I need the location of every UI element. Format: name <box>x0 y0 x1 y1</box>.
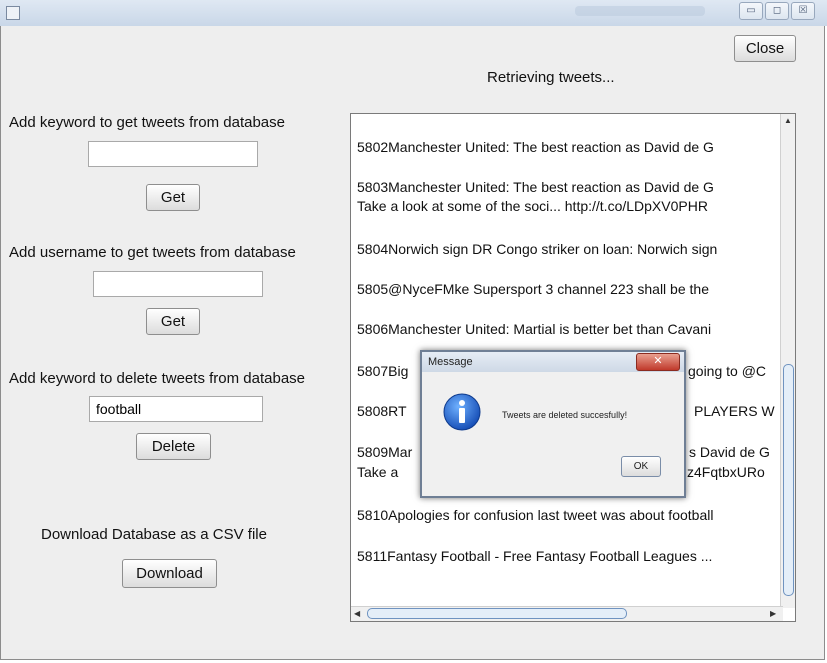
keyword-delete-input[interactable]: football <box>89 396 263 422</box>
message-dialog: Message ✕ Tweets are deleted succesfully… <box>420 350 686 498</box>
maximize-button[interactable]: ◻ <box>765 2 789 20</box>
horizontal-scrollbar[interactable]: ◀ ▶ <box>351 606 783 621</box>
tweet-row: 5804Norwich sign DR Congo striker on loa… <box>357 241 718 257</box>
tweet-row-fragment: s David de G <box>689 444 770 460</box>
keyword-delete-label: Add keyword to delete tweets from databa… <box>9 370 306 387</box>
tweet-row: 5806Manchester United: Martial is better… <box>357 321 712 337</box>
vertical-scroll-thumb[interactable] <box>783 364 794 596</box>
tweet-row-continuation: Take a look at some of the soci... http:… <box>357 198 708 214</box>
download-label: Download Database as a CSV file <box>41 526 267 543</box>
close-button[interactable]: Close <box>734 35 796 62</box>
dialog-close-button[interactable]: ✕ <box>636 353 680 371</box>
minimize-button[interactable]: ▭ <box>739 2 763 20</box>
keyword-get-input[interactable] <box>88 141 258 167</box>
window-controls: ▭ ◻ ☒ <box>739 2 815 20</box>
tweet-row: 5803Manchester United: The best reaction… <box>357 179 714 195</box>
username-get-label: Add username to get tweets from database <box>9 244 296 261</box>
delete-button[interactable]: Delete <box>136 433 211 460</box>
window-close-button[interactable]: ☒ <box>791 2 815 20</box>
dialog-title: Message <box>428 356 473 368</box>
horizontal-scroll-thumb[interactable] <box>367 608 627 619</box>
status-label: Retrieving tweets... <box>487 69 615 86</box>
tweet-row: 5809Mar <box>357 444 413 460</box>
scroll-right-arrow-icon[interactable]: ▶ <box>770 609 776 619</box>
tweet-row: 5810Apologies for confusion last tweet w… <box>357 507 714 523</box>
tweet-row: 5802Manchester United: The best reaction… <box>357 139 714 155</box>
scroll-left-arrow-icon[interactable]: ◀ <box>354 609 360 619</box>
tweet-row: 5808RT <box>357 403 407 419</box>
tweet-row-fragment: PLAYERS W <box>694 403 775 419</box>
scroll-up-arrow-icon[interactable]: ▲ <box>784 116 792 126</box>
tweet-row: 5805@NyceFMke Supersport 3 channel 223 s… <box>357 281 709 297</box>
keyword-get-label: Add keyword to get tweets from database <box>9 114 285 131</box>
window-titlebar: ▭ ◻ ☒ <box>0 0 827 26</box>
tweet-row-fragment: z4FqtbxURo <box>687 464 765 480</box>
dialog-message: Tweets are deleted succesfully! <box>502 410 628 420</box>
get-keyword-button[interactable]: Get <box>146 184 200 211</box>
window-title-blur <box>575 6 705 16</box>
tweet-row-continuation: Take a <box>357 464 399 480</box>
ok-button[interactable]: OK <box>621 456 661 477</box>
vertical-scrollbar[interactable]: ▲ <box>780 114 795 608</box>
download-button[interactable]: Download <box>122 559 217 588</box>
tweet-row: 5811Fantasy Football - Free Fantasy Foot… <box>357 548 713 564</box>
get-username-button[interactable]: Get <box>146 308 200 335</box>
app-icon <box>6 6 20 20</box>
dialog-titlebar: Message ✕ <box>422 352 684 372</box>
tweet-row: 5807Big <box>357 363 409 379</box>
username-get-input[interactable] <box>93 271 263 297</box>
info-icon <box>443 393 481 431</box>
tweet-row-fragment: going to @C <box>688 363 767 379</box>
